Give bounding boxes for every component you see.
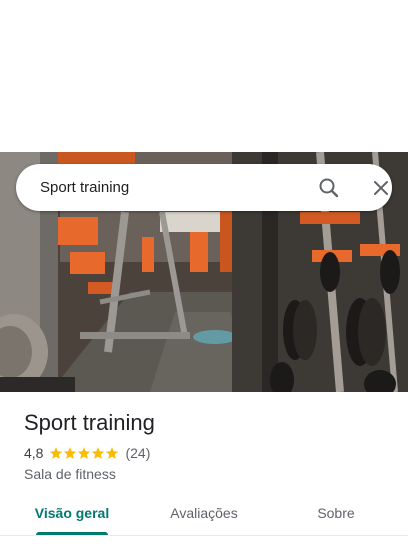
rating-stars: [49, 446, 119, 460]
close-icon[interactable]: [369, 176, 393, 200]
tab-about[interactable]: Sobre: [288, 496, 384, 534]
star-icon: [92, 447, 105, 459]
search-bar: [16, 164, 392, 211]
star-icon: [106, 447, 119, 459]
star-icon: [64, 447, 77, 459]
review-count: (24): [125, 445, 151, 461]
tabs-divider: [0, 535, 408, 536]
rating-row[interactable]: 4,8 (24): [24, 444, 150, 462]
star-icon: [50, 447, 63, 459]
tab-reviews[interactable]: Avaliações: [156, 496, 252, 534]
search-icon[interactable]: [317, 176, 341, 200]
place-title: Sport training: [24, 410, 155, 435]
place-category: Sala de fitness: [24, 466, 116, 482]
place-tabs: Visão geral Avaliações Sobre: [0, 496, 408, 538]
search-input[interactable]: [40, 164, 280, 211]
tab-overview[interactable]: Visão geral: [24, 496, 120, 534]
star-icon: [78, 447, 91, 459]
rating-value: 4,8: [24, 445, 44, 461]
map-blank-area: [0, 0, 408, 152]
